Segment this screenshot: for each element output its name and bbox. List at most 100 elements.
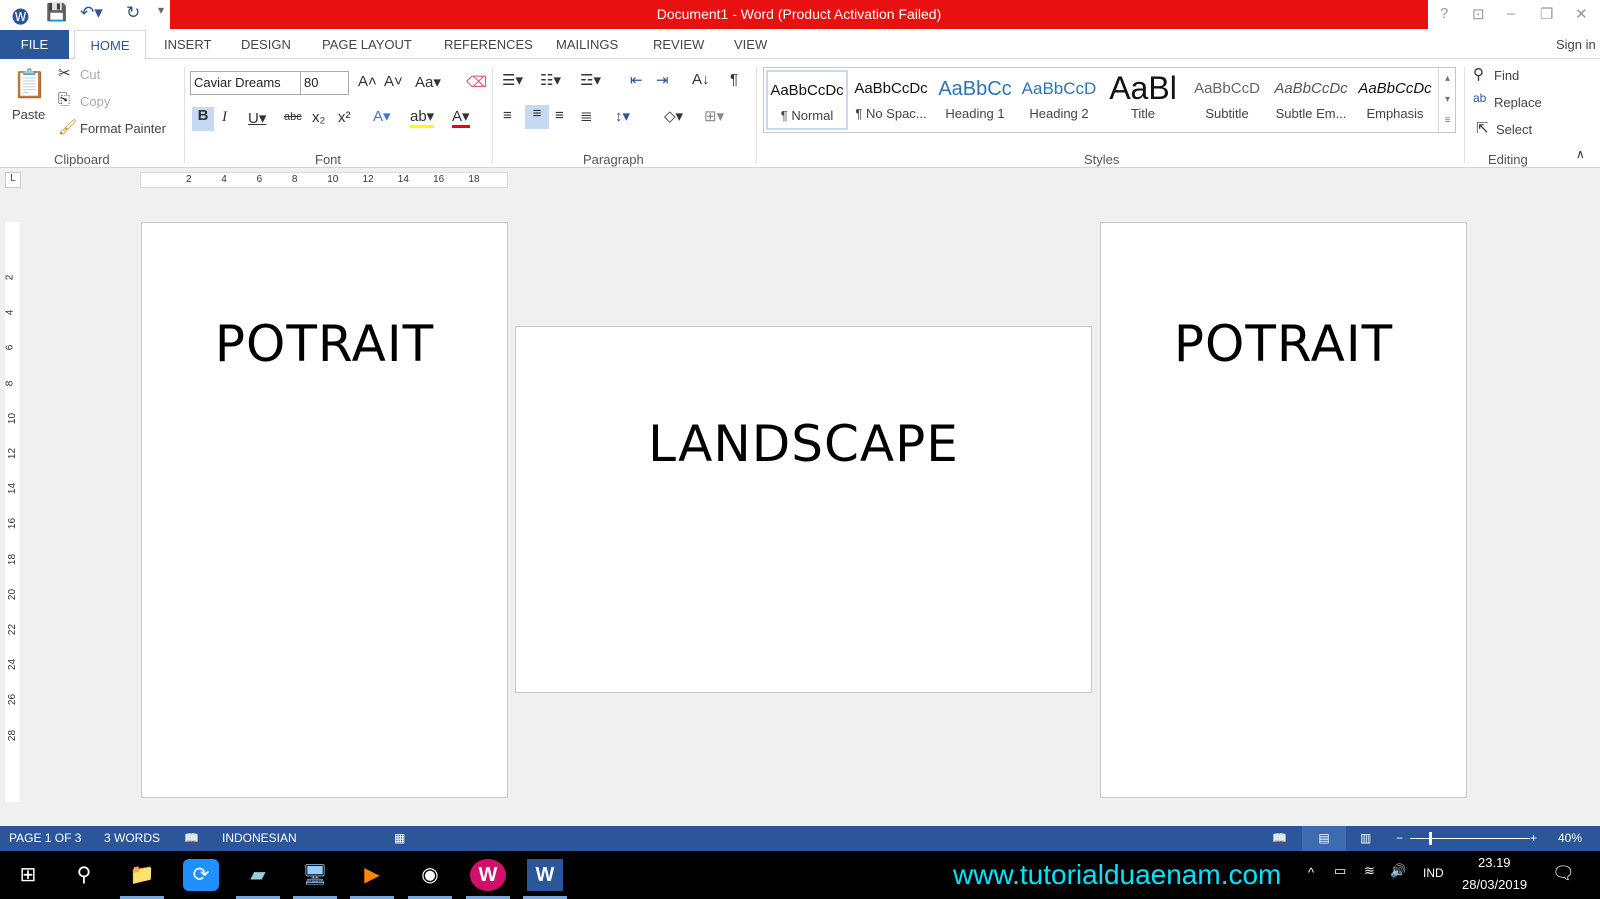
italic-icon[interactable]: I bbox=[222, 109, 227, 126]
cut-button[interactable]: Cut bbox=[80, 67, 100, 82]
clock-time[interactable]: 23.19 bbox=[1478, 855, 1511, 870]
vertical-ruler[interactable]: 2 4 6 8 10 12 14 16 18 20 22 24 26 28 bbox=[4, 222, 20, 802]
change-case-icon[interactable]: Aa▾ bbox=[415, 73, 441, 91]
decrease-indent-icon[interactable]: ⇤ bbox=[630, 71, 643, 89]
tab-home[interactable]: HOME bbox=[74, 30, 146, 60]
zoom-in-button[interactable]: + bbox=[1530, 826, 1537, 851]
style-title[interactable]: AaBl Title bbox=[1102, 70, 1184, 130]
align-left-icon[interactable]: ≡ bbox=[503, 107, 512, 124]
minimize-icon[interactable]: – bbox=[1507, 5, 1515, 22]
zoom-out-button[interactable]: − bbox=[1396, 826, 1403, 851]
bullets-icon[interactable]: ☰▾ bbox=[502, 71, 523, 89]
text-effects-icon[interactable]: A▾ bbox=[373, 107, 391, 125]
style-normal[interactable]: AaBbCcDc ¶ Normal bbox=[766, 70, 848, 130]
tab-page-layout[interactable]: PAGE LAYOUT bbox=[322, 30, 412, 59]
sign-in-link[interactable]: Sign in bbox=[1556, 30, 1596, 59]
multilevel-list-icon[interactable]: ☲▾ bbox=[580, 71, 601, 89]
input-language[interactable]: IND bbox=[1423, 866, 1444, 880]
format-painter-button[interactable]: Format Painter bbox=[80, 121, 166, 136]
shading-icon[interactable]: ◇▾ bbox=[664, 107, 683, 125]
sync-app-icon[interactable]: ⟳ bbox=[183, 859, 219, 891]
replace-button[interactable]: Replace bbox=[1494, 95, 1542, 110]
macro-icon[interactable]: ▦ bbox=[394, 826, 405, 851]
page-portrait-1[interactable]: POTRAIT bbox=[141, 222, 508, 798]
web-layout-icon[interactable]: ▥ bbox=[1360, 826, 1371, 851]
font-name-select[interactable]: Caviar Dreams bbox=[190, 71, 301, 95]
show-marks-icon[interactable]: ¶ bbox=[730, 71, 738, 88]
style-emphasis[interactable]: AaBbCcDc Emphasis bbox=[1354, 70, 1436, 130]
start-icon[interactable]: ⊞ bbox=[10, 859, 46, 891]
zoom-slider[interactable] bbox=[1410, 838, 1530, 839]
font-size-select[interactable]: 80 bbox=[300, 71, 349, 95]
align-center-icon[interactable]: ≡ bbox=[525, 105, 549, 129]
zoom-level[interactable]: 40% bbox=[1558, 826, 1582, 851]
tab-insert[interactable]: INSERT bbox=[164, 30, 211, 59]
page-portrait-2[interactable]: POTRAIT bbox=[1100, 222, 1467, 798]
paste-button[interactable]: Paste bbox=[12, 107, 45, 122]
word-taskbar-icon[interactable]: W bbox=[523, 859, 567, 899]
tab-selector[interactable]: L bbox=[5, 172, 21, 188]
customize-qat-icon[interactable]: ▾ bbox=[158, 3, 164, 17]
paste-icon[interactable]: 📋 bbox=[12, 67, 47, 100]
show-hidden-icon[interactable]: ^ bbox=[1308, 865, 1314, 880]
style-subtitle[interactable]: AaBbCcD Subtitle bbox=[1186, 70, 1268, 130]
style-subtle-emphasis[interactable]: AaBbCcDc Subtle Em... bbox=[1270, 70, 1352, 130]
shrink-font-icon[interactable]: A˅ bbox=[384, 73, 403, 90]
sort-icon[interactable]: A↓ bbox=[692, 71, 710, 88]
notepad-app-icon[interactable]: ▰ bbox=[236, 859, 280, 899]
tab-design[interactable]: DESIGN bbox=[241, 30, 291, 59]
clock-date[interactable]: 28/03/2019 bbox=[1462, 877, 1527, 892]
search-icon[interactable]: ⚲ bbox=[66, 859, 102, 891]
collapse-ribbon-icon[interactable]: ∧ bbox=[1576, 147, 1585, 161]
find-button[interactable]: Find bbox=[1494, 68, 1519, 83]
borders-icon[interactable]: ⊞▾ bbox=[704, 107, 724, 125]
strikethrough-icon[interactable]: abc bbox=[284, 111, 302, 123]
copy-button[interactable]: Copy bbox=[80, 94, 110, 109]
tab-references[interactable]: REFERENCES bbox=[444, 30, 533, 59]
help-icon[interactable]: ? bbox=[1440, 5, 1448, 22]
style-heading-1[interactable]: AaBbCc Heading 1 bbox=[934, 70, 1016, 130]
numbering-icon[interactable]: ☷▾ bbox=[540, 71, 561, 89]
style-no-spacing[interactable]: AaBbCcDc ¶ No Spac... bbox=[850, 70, 932, 130]
computer-app-icon[interactable]: 🖥 bbox=[293, 859, 337, 899]
language[interactable]: INDONESIAN bbox=[222, 826, 297, 851]
clear-formatting-icon[interactable]: ⌫ bbox=[466, 73, 487, 91]
media-player-icon[interactable]: ▶ bbox=[350, 859, 394, 899]
styles-scroll[interactable]: ▴ ▾ ≡ bbox=[1438, 68, 1456, 132]
increase-indent-icon[interactable]: ⇥ bbox=[656, 71, 669, 89]
wps-app-icon[interactable]: W bbox=[466, 859, 510, 899]
wifi-icon[interactable]: ≋ bbox=[1364, 863, 1375, 879]
line-spacing-icon[interactable]: ↕▾ bbox=[615, 107, 630, 125]
font-color-icon[interactable]: A▾ bbox=[452, 107, 470, 128]
redo-icon[interactable]: ↻ bbox=[126, 3, 140, 23]
tab-review[interactable]: REVIEW bbox=[653, 30, 704, 59]
file-explorer-icon[interactable]: 📁 bbox=[120, 859, 164, 899]
close-icon[interactable]: ✕ bbox=[1575, 5, 1588, 23]
align-right-icon[interactable]: ≡ bbox=[555, 107, 564, 124]
page-landscape[interactable]: LANDSCAPE bbox=[515, 326, 1092, 693]
proofing-icon[interactable]: 📖 bbox=[184, 826, 199, 851]
volume-icon[interactable]: 🔊 bbox=[1390, 863, 1406, 879]
justify-icon[interactable]: ≣ bbox=[580, 107, 593, 125]
bold-icon[interactable]: B bbox=[192, 107, 214, 131]
tab-mailings[interactable]: MAILINGS bbox=[556, 30, 618, 59]
highlight-icon[interactable]: ab▾ bbox=[410, 107, 435, 128]
tab-view[interactable]: VIEW bbox=[734, 30, 767, 59]
undo-icon[interactable]: ↶▾ bbox=[80, 3, 103, 23]
zoom-slider-thumb[interactable] bbox=[1429, 832, 1433, 845]
print-layout-icon[interactable]: ▤ bbox=[1302, 826, 1346, 851]
battery-icon[interactable]: ▭ bbox=[1334, 863, 1346, 879]
underline-icon[interactable]: U▾ bbox=[248, 109, 266, 127]
select-button[interactable]: Select bbox=[1496, 122, 1532, 137]
tab-file[interactable]: FILE bbox=[0, 30, 69, 59]
word-count[interactable]: 3 WORDS bbox=[104, 826, 160, 851]
restore-icon[interactable]: ❐ bbox=[1540, 5, 1553, 23]
grow-font-icon[interactable]: A˄ bbox=[358, 73, 377, 90]
subscript-icon[interactable]: x₂ bbox=[312, 109, 325, 126]
chrome-icon[interactable]: ◉ bbox=[408, 859, 452, 899]
notifications-icon[interactable]: 🗨 bbox=[1552, 863, 1575, 884]
horizontal-ruler[interactable]: L 2 4 6 8 10 12 14 16 18 bbox=[0, 168, 1600, 194]
ribbon-display-icon[interactable]: ⊡ bbox=[1472, 5, 1485, 23]
style-heading-2[interactable]: AaBbCcD Heading 2 bbox=[1018, 70, 1100, 130]
save-icon[interactable]: 💾 bbox=[46, 3, 67, 23]
